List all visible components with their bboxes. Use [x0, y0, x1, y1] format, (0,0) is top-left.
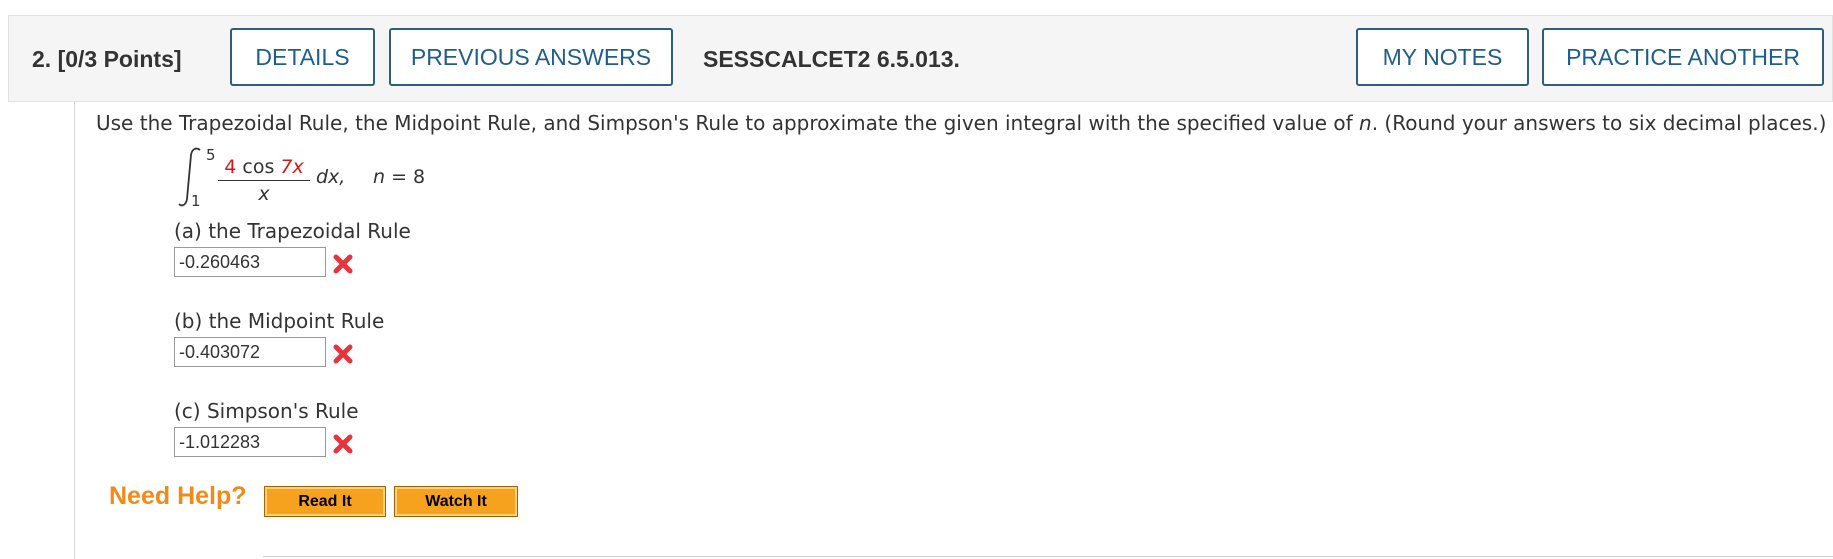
n-value: n = 8 [373, 166, 426, 188]
problem-instructions: Use the Trapezoidal Rule, the Midpoint R… [96, 111, 1827, 135]
previous-answers-button[interactable]: PREVIOUS ANSWERS [389, 28, 673, 86]
part-c-label: (c) Simpson's Rule [174, 399, 359, 423]
content-left-border [74, 102, 75, 559]
incorrect-x-icon [333, 344, 353, 364]
integral-differential: dx, [316, 166, 346, 188]
my-notes-button[interactable]: MY NOTES [1356, 28, 1529, 86]
watch-it-button[interactable]: Watch It [394, 486, 518, 517]
need-help-label: Need Help? [109, 482, 247, 510]
part-b-answer-input[interactable] [174, 337, 326, 367]
part-c-answer-input[interactable] [174, 427, 326, 457]
integrand-denominator: x [258, 183, 270, 205]
integral-upper-limit: 5 [206, 146, 216, 164]
incorrect-x-icon [333, 254, 353, 274]
problem-code: SESSCALCET2 6.5.013. [703, 46, 960, 72]
part-a-label: (a) the Trapezoidal Rule [174, 219, 411, 243]
details-button[interactable]: DETAILS [230, 28, 375, 86]
practice-another-button[interactable]: PRACTICE ANOTHER [1542, 28, 1824, 86]
content-divider [263, 556, 1833, 557]
integrand-numerator: 4 cos 7x [218, 156, 310, 181]
integrand-fraction: 4 cos 7x x [218, 156, 310, 205]
integral-lower-limit: 1 [191, 192, 201, 210]
question-number: 2. [0/3 Points] [32, 46, 182, 72]
question-header: 2. [0/3 Points] DETAILS PREVIOUS ANSWERS… [8, 15, 1833, 102]
read-it-button[interactable]: Read It [264, 486, 386, 517]
part-a-answer-input[interactable] [174, 247, 326, 277]
incorrect-x-icon [333, 434, 353, 454]
part-b-label: (b) the Midpoint Rule [174, 309, 385, 333]
